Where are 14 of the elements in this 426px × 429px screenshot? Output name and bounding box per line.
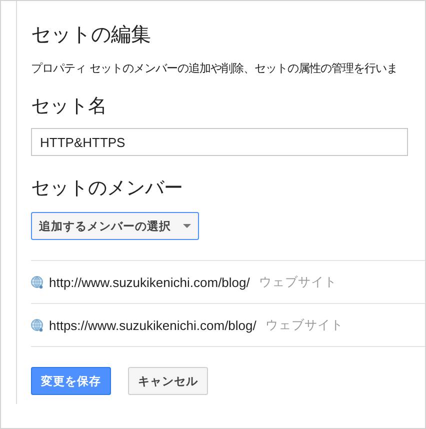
globe-icon (31, 276, 43, 288)
section-heading: セットのメンバー (31, 176, 184, 200)
member-url: https://www.suzukikenichi.com/blog/ (49, 318, 256, 332)
section-heading: セット名 (31, 94, 108, 118)
name-field[interactable]: HTTP&HTTPS (31, 128, 408, 156)
member-type: ウェブサイト (265, 316, 344, 334)
globe-icon (31, 318, 43, 332)
description: プロパティ セットのメンバーの追加や削除、セットの属性の管理を行いま (31, 62, 399, 76)
member-dropdown[interactable]: 追加するメンバーの選択 (31, 212, 199, 240)
caret-icon (183, 224, 191, 228)
member-type: ウェブサイト (258, 274, 337, 290)
page-title: セットの編集 (31, 21, 152, 47)
cancel-button[interactable]: キャンセル (128, 367, 208, 395)
member-url: http://www.suzukikenichi.com/blog/ (49, 274, 250, 290)
